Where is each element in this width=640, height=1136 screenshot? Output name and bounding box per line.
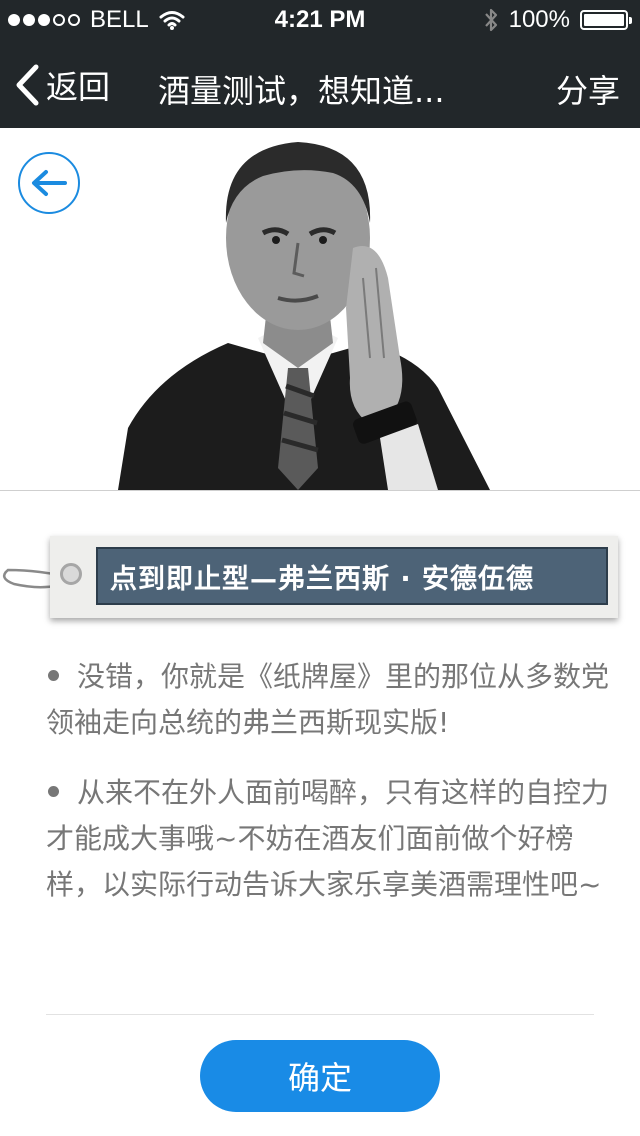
paragraph-text: 没错，你就是《纸牌屋》里的那位从多数党领袖走向总统的弗兰西斯现实版! bbox=[46, 660, 610, 739]
battery-icon bbox=[580, 10, 632, 30]
paragraph-text: 从来不在外人面前喝醉，只有这样的自控力才能成大事哦~不妨在酒友们面前做个好榜样，… bbox=[46, 776, 610, 901]
back-label: 返回 bbox=[46, 68, 111, 106]
divider bbox=[46, 1014, 594, 1015]
hero-image-area bbox=[0, 128, 640, 491]
chevron-left-icon bbox=[16, 64, 39, 106]
tag-eyelet bbox=[60, 563, 82, 585]
arrow-left-icon bbox=[32, 170, 67, 196]
portrait-image bbox=[118, 142, 490, 490]
bullet-icon bbox=[48, 669, 59, 681]
result-description: 没错，你就是《纸牌屋》里的那位从多数党领袖走向总统的弗兰西斯现实版! 从来不在外… bbox=[46, 654, 622, 932]
status-right: 100% bbox=[483, 6, 632, 34]
battery-percent: 100% bbox=[508, 6, 570, 33]
share-button[interactable]: 分享 bbox=[556, 66, 620, 112]
back-button[interactable]: 返回 bbox=[14, 62, 110, 108]
battery-fill bbox=[584, 14, 624, 26]
navigation-bar: 返回 酒量测试，想知道... 分享 bbox=[0, 40, 640, 128]
result-title: 点到即止型—弗兰西斯 · 安德伍德 bbox=[96, 547, 608, 605]
page-title: 酒量测试，想知道... bbox=[158, 72, 445, 110]
result-tag: 点到即止型—弗兰西斯 · 安德伍德 bbox=[0, 520, 640, 630]
status-bar: BELL 4:21 PM 100% bbox=[0, 0, 640, 40]
description-paragraph: 没错，你就是《纸牌屋》里的那位从多数党领袖走向总统的弗兰西斯现实版! bbox=[46, 654, 622, 746]
bullet-icon bbox=[48, 785, 59, 797]
bluetooth-icon bbox=[484, 8, 497, 32]
confirm-button[interactable]: 确定 bbox=[200, 1040, 440, 1112]
description-paragraph: 从来不在外人面前喝醉，只有这样的自控力才能成大事哦~不妨在酒友们面前做个好榜样，… bbox=[46, 770, 622, 908]
circle-back-button[interactable] bbox=[18, 152, 80, 214]
